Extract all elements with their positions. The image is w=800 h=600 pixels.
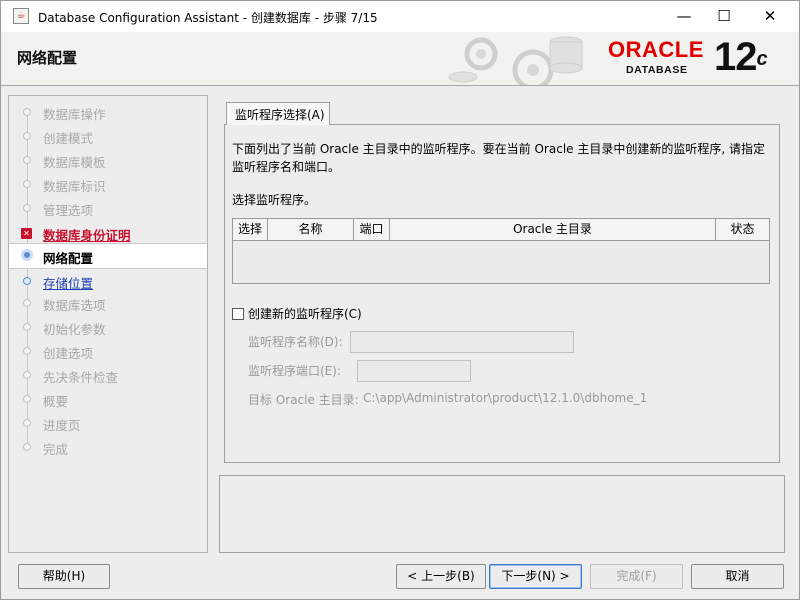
nav-step-progress: 进度页 [9,411,207,435]
nav-step-create-mode: 创建模式 [9,124,207,148]
step-dot-icon [23,323,31,331]
nav-step-label: 数据库模板 [43,155,106,170]
java-app-icon: ☕ [13,8,29,24]
nav-step-create-options: 创建选项 [9,339,207,363]
tab-listener-selection[interactable]: 监听程序选择(A) [226,102,330,125]
nav-step-db-operation: 数据库操作 [9,100,207,124]
nav-step-db-template: 数据库模板 [9,148,207,172]
step-dot-icon [23,132,31,140]
step-dot-icon [23,419,31,427]
nav-step-label: 存储位置 [43,276,94,291]
page-title: 网络配置 [17,49,78,67]
col-name[interactable]: 名称 [268,219,354,240]
nav-step-label: 完成 [43,442,69,457]
nav-step-label: 概要 [43,394,69,409]
nav-step-label: 初始化参数 [43,322,106,337]
step-dot-icon [23,204,31,212]
nav-step-prereq-checks: 先决条件检查 [9,363,207,387]
step-dot-icon [23,299,31,307]
listener-port-label: 监听程序端口(E): [248,364,341,378]
main-panel: 监听程序选择(A) 下面列出了当前 Oracle 主目录中的监听程序。要在当前 … [219,95,785,469]
nav-step-summary: 概要 [9,387,207,411]
step-dot-icon [23,347,31,355]
step-dot-icon [23,156,31,164]
step-dot-icon [23,443,31,451]
col-port[interactable]: 端口 [354,219,390,240]
nav-step-storage[interactable]: 存储位置 [9,269,207,293]
nav-step-label: 先决条件检查 [43,370,119,385]
back-button[interactable]: < 上一步(B) [396,564,486,589]
nav-step-network-config[interactable]: 网络配置 [9,243,207,269]
message-area [219,475,785,553]
maximize-button[interactable]: ☐ [701,1,747,32]
gears-decoration-icon [448,36,583,85]
create-listener-option[interactable]: 创建新的监听程序(C) [232,305,362,322]
close-button[interactable]: ✕ [747,1,793,32]
window-title: Database Configuration Assistant - 创建数据库… [38,11,378,25]
oracle-version-suffix: c [756,48,768,70]
oracle-version: 12c [714,35,768,79]
error-icon: ✕ [21,228,32,239]
select-listener-label: 选择监听程序。 [232,193,317,207]
nav-step-label: 数据库选项 [43,298,106,313]
oracle-home-label: 目标 Oracle 主目录: [248,393,359,407]
step-dot-icon [23,371,31,379]
nav-step-label: 网络配置 [43,251,94,266]
oracle-logo: ORACLE DATABASE [608,37,704,77]
nav-step-db-identity: 数据库标识 [9,172,207,196]
nav-step-label: 数据库操作 [43,107,106,122]
col-oracle-home[interactable]: Oracle 主目录 [390,219,716,240]
oracle-brand: ORACLE [608,37,704,62]
step-dot-icon [23,108,31,116]
listener-table[interactable]: 选择 名称 端口 Oracle 主目录 状态 [232,218,770,284]
create-listener-label: 创建新的监听程序(C) [248,307,362,321]
listener-port-field[interactable] [357,360,471,382]
nav-step-init-params: 初始化参数 [9,315,207,339]
step-header: 网络配置 ORACLE DATABASE 12c [1,32,799,86]
listener-description: 下面列出了当前 Oracle 主目录中的监听程序。要在当前 Oracle 主目录… [232,142,765,174]
dbca-window: ☕ Database Configuration Assistant - 创建数… [0,0,800,600]
step-dot-icon [23,277,31,285]
nav-step-finish: 完成 [9,435,207,459]
nav-step-management: 管理选项 [9,196,207,220]
oracle-version-number: 12 [714,35,757,79]
step-navigation: 数据库操作 创建模式 数据库模板 数据库标识 管理选项 ✕ 数据库身份证明 网络配… [8,95,208,553]
title-bar: ☕ Database Configuration Assistant - 创建数… [1,1,799,32]
nav-step-label: 创建模式 [43,131,94,146]
listener-name-label: 监听程序名称(D): [248,335,343,349]
oracle-home-value: C:\app\Administrator\product\12.1.0\dbho… [363,391,648,405]
step-dot-icon [23,180,31,188]
cancel-button[interactable]: 取消 [691,564,784,589]
next-button[interactable]: 下一步(N) > [489,564,582,589]
nav-step-label: 进度页 [43,418,81,433]
col-status[interactable]: 状态 [716,219,769,240]
step-dot-icon [23,395,31,403]
help-button[interactable]: 帮助(H) [18,564,110,589]
create-listener-checkbox[interactable] [232,308,244,320]
col-select[interactable]: 选择 [233,219,268,240]
nav-step-label: 数据库身份证明 [43,228,131,243]
nav-step-label: 数据库标识 [43,179,106,194]
listener-name-field[interactable] [350,331,574,353]
nav-step-db-options: 数据库选项 [9,291,207,315]
nav-step-credentials[interactable]: ✕ 数据库身份证明 [9,221,207,245]
nav-step-label: 创建选项 [43,346,94,361]
current-step-icon [21,249,33,261]
nav-step-label: 管理选项 [43,203,94,218]
finish-button[interactable]: 完成(F) [590,564,683,589]
listener-table-header: 选择 名称 端口 Oracle 主目录 状态 [233,219,769,241]
listener-tab-body: 下面列出了当前 Oracle 主目录中的监听程序。要在当前 Oracle 主目录… [224,124,780,463]
oracle-product: DATABASE [626,64,688,76]
